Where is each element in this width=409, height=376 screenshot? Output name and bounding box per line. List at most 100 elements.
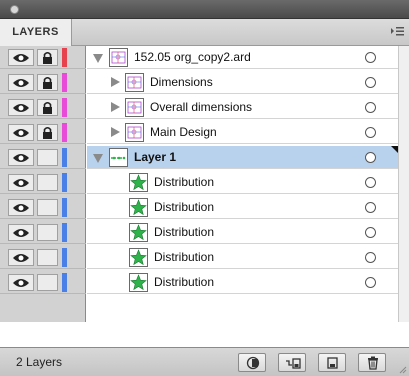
layer-content[interactable]: Distribution — [87, 171, 398, 194]
tab-layers[interactable]: LAYERS — [0, 19, 72, 46]
star-icon — [130, 274, 147, 291]
lock-toggle[interactable] — [37, 99, 58, 116]
layer-thumbnail — [125, 123, 144, 142]
visibility-toggle[interactable] — [8, 49, 34, 66]
layer-controls — [0, 146, 86, 169]
star-icon — [130, 174, 147, 191]
layer-row[interactable]: Layer 1 — [0, 146, 409, 169]
layer-name: Dimensions — [150, 75, 213, 89]
layer-content[interactable]: Distribution — [87, 271, 398, 294]
artwork-thumbnail-icon — [111, 156, 126, 160]
sublayer-row[interactable]: Distribution — [0, 171, 409, 194]
eye-icon — [13, 54, 29, 62]
close-icon[interactable] — [10, 5, 19, 14]
panel-menu-icon[interactable] — [389, 25, 405, 39]
create-layer-button[interactable] — [318, 353, 346, 372]
layer-content[interactable]: Distribution — [87, 246, 398, 269]
create-sublayer-button[interactable] — [278, 353, 306, 372]
lock-toggle[interactable] — [37, 174, 58, 191]
layer-content[interactable]: Distribution — [87, 196, 398, 219]
layer-controls — [0, 46, 86, 69]
visibility-toggle[interactable] — [8, 174, 34, 191]
eye-icon — [13, 79, 29, 87]
sublayer-row[interactable]: Main Design — [0, 121, 409, 144]
sublayer-row[interactable]: Distribution — [0, 196, 409, 219]
resize-grip-icon[interactable] — [399, 366, 407, 374]
layer-controls — [0, 171, 86, 194]
layer-thumbnail — [129, 273, 148, 292]
visibility-toggle[interactable] — [8, 224, 34, 241]
visibility-toggle[interactable] — [8, 74, 34, 91]
lock-toggle[interactable] — [37, 274, 58, 291]
layer-controls — [0, 96, 86, 119]
layer-thumbnail — [125, 73, 144, 92]
chevron-right-icon[interactable] — [111, 127, 120, 137]
layer-controls — [0, 121, 86, 144]
layer-content[interactable]: Dimensions — [87, 71, 398, 94]
sublayer-row[interactable]: Distribution — [0, 221, 409, 244]
target-circle-icon[interactable] — [365, 227, 376, 238]
star-icon — [130, 249, 147, 266]
layer-name: Distribution — [154, 175, 215, 189]
layer-content[interactable]: Layer 1 — [87, 146, 398, 169]
chevron-down-icon[interactable] — [93, 54, 103, 63]
target-circle-icon[interactable] — [365, 102, 376, 113]
new-sublayer-icon — [286, 358, 301, 369]
layer-content[interactable]: Overall dimensions — [87, 96, 398, 119]
scrollbar[interactable] — [398, 46, 409, 322]
lock-toggle[interactable] — [37, 199, 58, 216]
make-clipping-mask-button[interactable] — [238, 353, 266, 372]
sublayer-row[interactable]: Dimensions — [0, 71, 409, 94]
visibility-toggle[interactable] — [8, 249, 34, 266]
selection-indicator-icon — [391, 146, 398, 153]
layer-thumbnail — [125, 98, 144, 117]
eye-icon — [13, 254, 29, 262]
visibility-toggle[interactable] — [8, 124, 34, 141]
layer-color-swatch — [62, 273, 67, 292]
layer-controls — [0, 271, 86, 294]
target-circle-icon[interactable] — [365, 277, 376, 288]
lock-icon — [43, 51, 52, 64]
delete-layer-button[interactable] — [358, 353, 386, 372]
layer-color-swatch — [62, 223, 67, 242]
layer-name: Main Design — [150, 125, 217, 139]
layer-row[interactable]: 152.05 org_copy2.ard — [0, 46, 409, 69]
lock-toggle[interactable] — [37, 74, 58, 91]
target-circle-icon[interactable] — [365, 252, 376, 263]
visibility-toggle[interactable] — [8, 199, 34, 216]
layer-thumbnail — [129, 173, 148, 192]
layer-controls — [0, 196, 86, 219]
chevron-down-icon[interactable] — [93, 154, 103, 163]
lock-toggle[interactable] — [37, 224, 58, 241]
target-circle-icon[interactable] — [365, 202, 376, 213]
lock-icon — [43, 126, 52, 139]
target-circle-icon[interactable] — [365, 177, 376, 188]
target-circle-icon[interactable] — [365, 152, 376, 163]
lock-icon — [43, 101, 52, 114]
layer-color-swatch — [62, 73, 67, 92]
sublayer-row[interactable]: Distribution — [0, 246, 409, 269]
layer-content[interactable]: Distribution — [87, 221, 398, 244]
lock-toggle[interactable] — [37, 49, 58, 66]
lock-toggle[interactable] — [37, 124, 58, 141]
sublayer-row[interactable]: Distribution — [0, 271, 409, 294]
target-circle-icon[interactable] — [365, 52, 376, 63]
layer-color-swatch — [62, 148, 67, 167]
visibility-toggle[interactable] — [8, 99, 34, 116]
sublayer-row[interactable]: Overall dimensions — [0, 96, 409, 119]
chevron-right-icon[interactable] — [111, 77, 120, 87]
lock-toggle[interactable] — [37, 149, 58, 166]
visibility-toggle[interactable] — [8, 274, 34, 291]
star-icon — [130, 199, 147, 216]
new-layer-icon — [327, 357, 338, 369]
layer-thumbnail — [109, 48, 128, 67]
target-circle-icon[interactable] — [365, 77, 376, 88]
target-circle-icon[interactable] — [365, 127, 376, 138]
layer-thumbnail — [129, 248, 148, 267]
lock-toggle[interactable] — [37, 249, 58, 266]
visibility-toggle[interactable] — [8, 149, 34, 166]
chevron-right-icon[interactable] — [111, 102, 120, 112]
layer-content[interactable]: Main Design — [87, 121, 398, 144]
layer-content[interactable]: 152.05 org_copy2.ard — [87, 46, 398, 69]
panel-titlebar[interactable] — [0, 0, 409, 19]
